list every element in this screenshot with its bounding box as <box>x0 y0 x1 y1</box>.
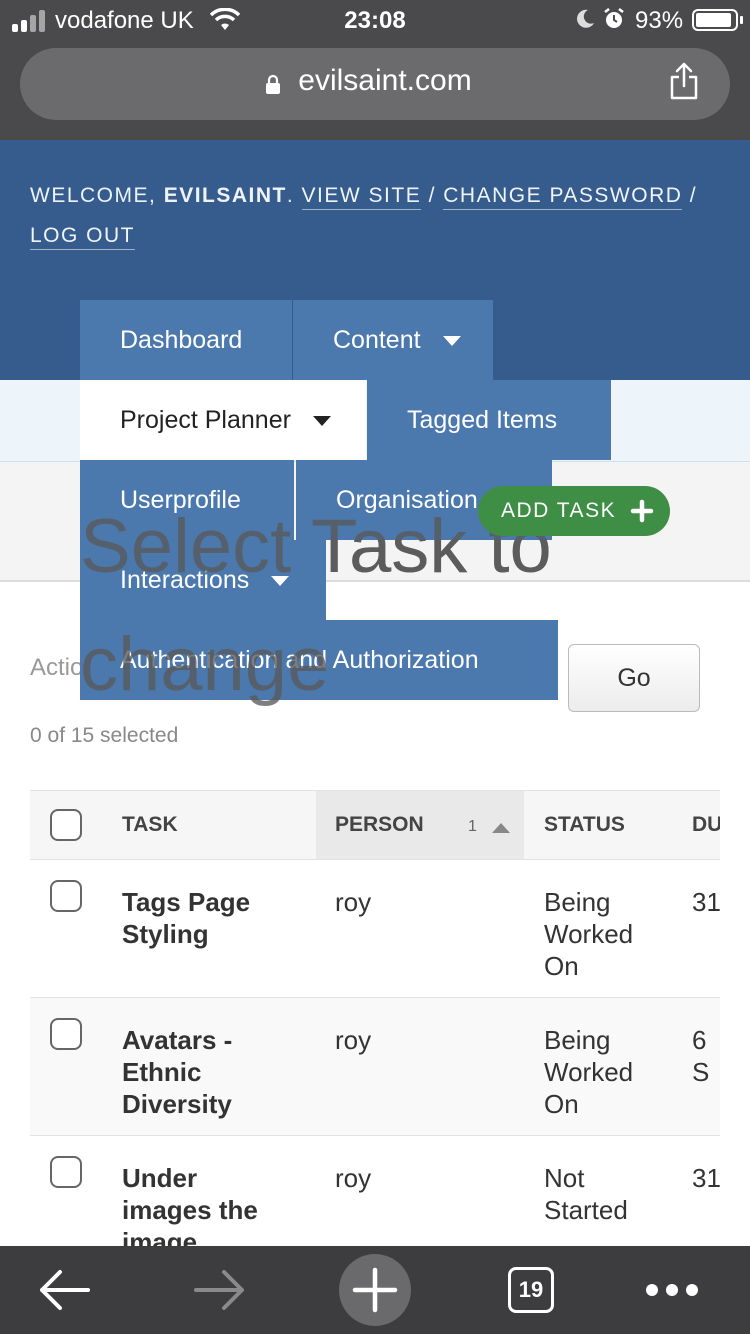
forward-arrow-icon[interactable] <box>194 1268 246 1312</box>
back-arrow-icon[interactable] <box>38 1268 90 1312</box>
column-header-due[interactable]: DUE <box>692 791 720 859</box>
battery-cap <box>740 16 743 24</box>
alarm-icon <box>604 8 624 28</box>
person-cell: roy <box>335 1025 372 1055</box>
view-site-link[interactable]: View site <box>301 184 422 210</box>
nav-label: Content <box>333 326 421 354</box>
person-cell: roy <box>335 887 372 917</box>
add-task-label: ADD TASK <box>501 499 617 522</box>
caret-down-icon <box>271 576 290 587</box>
separator: / <box>689 184 698 207</box>
nav-content[interactable]: Content <box>293 300 493 380</box>
plus-icon <box>352 1267 398 1313</box>
nav-tagged-items[interactable]: Tagged Items <box>367 380 611 460</box>
nav-label: Authentication and Authorization <box>120 646 479 674</box>
go-button[interactable]: Go <box>568 644 700 712</box>
person-cell: roy <box>335 1163 372 1193</box>
url-text[interactable]: evilsaint.com <box>0 64 750 98</box>
sort-ascending-icon[interactable] <box>492 823 510 833</box>
battery-icon <box>692 9 738 31</box>
results-table: TASK PERSON 1 STATUS DUE Tags Page Styli… <box>30 790 720 1246</box>
separator: / <box>428 184 436 207</box>
table-row: Tags Page Styling roy Being Worked On 31 <box>30 860 720 998</box>
table-header: TASK PERSON 1 STATUS DUE <box>30 790 720 860</box>
nav-userprofile[interactable]: Userprofile <box>80 460 294 540</box>
select-all-checkbox[interactable] <box>50 809 82 841</box>
row-checkbox[interactable] <box>50 1156 82 1188</box>
task-link[interactable]: Tags Page Styling <box>122 886 292 950</box>
nav-dashboard[interactable]: Dashboard <box>80 300 292 380</box>
column-header-person[interactable]: PERSON 1 <box>316 791 524 859</box>
change-password-link[interactable]: Change password <box>443 184 683 210</box>
welcome-text: Welcome, <box>30 184 157 207</box>
column-header-task[interactable]: TASK <box>122 791 178 859</box>
column-header-status[interactable]: STATUS <box>544 791 625 859</box>
nav-label: Dashboard <box>120 326 243 354</box>
nav-project-planner[interactable]: Project Planner <box>80 380 366 460</box>
user-tools: Welcome, EVILSAINT. View site / Change p… <box>30 176 720 256</box>
due-cell: 31 <box>692 1163 720 1193</box>
row-checkbox[interactable] <box>50 1018 82 1050</box>
caret-down-icon <box>312 416 331 427</box>
tabs-button[interactable]: 19 <box>508 1267 554 1313</box>
more-options-icon[interactable] <box>644 1280 700 1300</box>
log-out-link[interactable]: Log out <box>30 224 136 250</box>
task-link[interactable]: Avatars - Ethnic Diversity <box>122 1024 292 1120</box>
plus-icon <box>630 499 654 523</box>
nav-label: Tagged Items <box>407 406 558 434</box>
task-link[interactable]: Under images the image <box>122 1162 292 1246</box>
due-cell: 6 S <box>692 1025 710 1087</box>
nav-label: Organisation <box>336 486 478 514</box>
due-cell: 31 <box>692 887 720 917</box>
nav-authentication[interactable]: Authentication and Authorization <box>80 620 558 700</box>
nav-label: Userprofile <box>120 486 241 514</box>
nav-label: Project Planner <box>120 406 291 434</box>
nav-interactions[interactable]: Interactions <box>80 540 326 620</box>
status-cell: Not Started <box>544 1163 628 1225</box>
status-bar: vodafone UK 23:08 93% <box>0 0 750 42</box>
status-cell: Being Worked On <box>544 887 634 981</box>
column-header-label: PERSON <box>335 813 424 836</box>
table-row: Avatars - Ethnic Diversity roy Being Wor… <box>30 998 720 1136</box>
row-checkbox[interactable] <box>50 880 82 912</box>
username: EVILSAINT <box>163 184 287 207</box>
selected-count: 0 of 15 selected <box>30 724 179 747</box>
battery-percent: 93% <box>635 7 684 34</box>
share-icon[interactable] <box>668 62 700 100</box>
status-cell: Being Worked On <box>544 1025 634 1119</box>
nav-label: Interactions <box>120 566 250 594</box>
caret-down-icon <box>442 336 461 347</box>
table-row: Under images the image roy Not Started 3… <box>30 1136 720 1246</box>
moon-icon <box>577 9 594 28</box>
add-task-button[interactable]: ADD TASK <box>478 486 670 536</box>
sort-priority: 1 <box>468 818 477 835</box>
